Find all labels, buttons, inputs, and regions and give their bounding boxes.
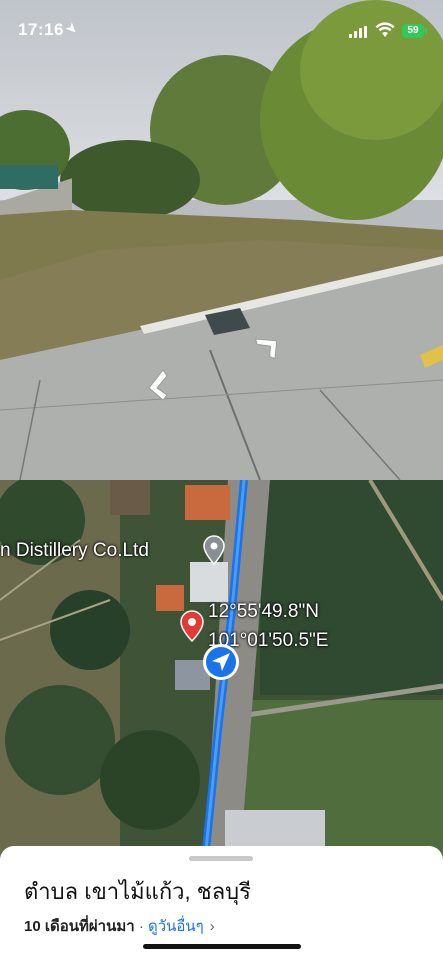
street-view-panorama[interactable]: 17:16 ➤ 59	[0, 0, 443, 480]
sheet-grabber[interactable]	[189, 856, 253, 861]
current-location-icon[interactable]	[201, 642, 241, 682]
cellular-signal-icon	[349, 26, 369, 38]
home-indicator[interactable]	[143, 944, 301, 949]
status-time: 17:16	[18, 20, 64, 39]
chevron-right-icon[interactable]: ›	[210, 918, 215, 935]
capture-date-text: เดือนที่ผ่านมา	[40, 918, 135, 935]
wifi-icon	[375, 22, 395, 37]
capture-date-row: 10 เดือนที่ผ่านมา · ดูวันอื่นๆ ›	[24, 914, 215, 938]
map-place-label[interactable]: n Distillery Co.Ltd	[0, 540, 149, 562]
status-bar: 17:16 ➤ 59	[0, 0, 443, 62]
place-marker-icon[interactable]	[203, 535, 225, 565]
battery-indicator: 59	[402, 24, 427, 38]
bottom-sheet[interactable]: ตำบล เขาไม้แก้ว, ชลบุรี 10 เดือนที่ผ่านม…	[0, 846, 443, 960]
capture-count: 10	[24, 918, 41, 935]
ground	[0, 210, 443, 480]
chevron-left-arrow-icon[interactable]	[145, 368, 179, 402]
separator: ·	[134, 918, 148, 935]
place-title: ตำบล เขาไม้แก้ว, ชลบุรี	[24, 879, 251, 904]
location-arrow-icon: ➤	[62, 18, 83, 38]
latitude-text: 12°55'49.8"N	[208, 601, 319, 622]
see-other-dates-link[interactable]: ดูวันอื่นๆ	[148, 918, 204, 935]
map-pin-icon[interactable]	[180, 610, 204, 642]
chevron-right-arrow-icon[interactable]	[252, 332, 282, 362]
roof	[0, 165, 58, 189]
